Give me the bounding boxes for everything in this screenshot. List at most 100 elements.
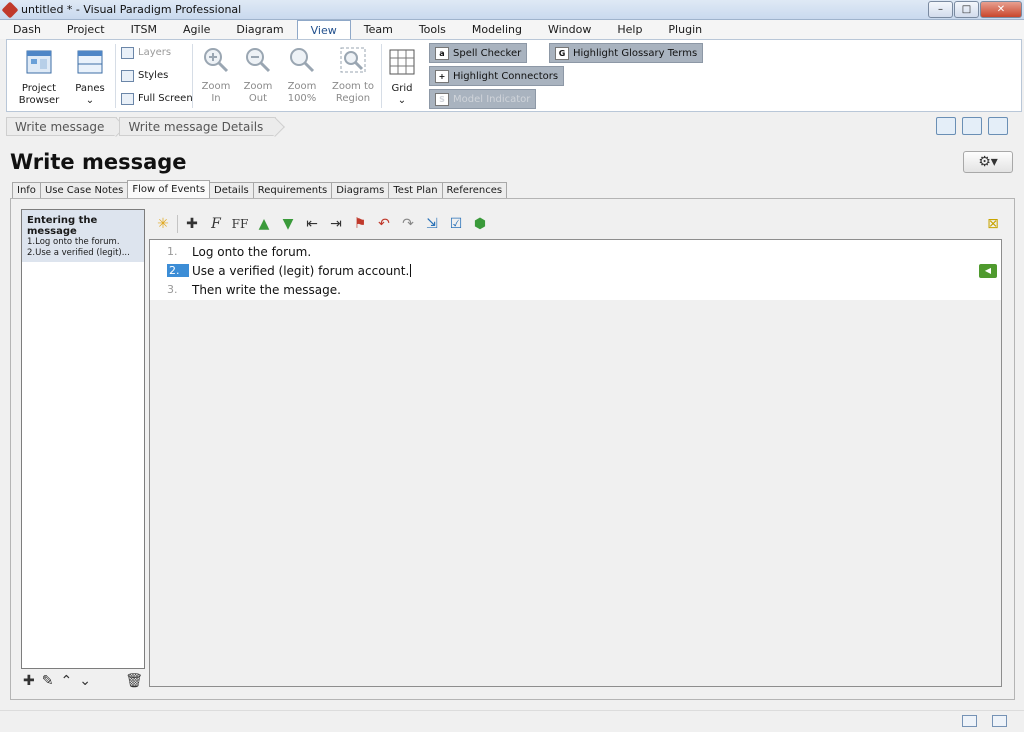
indent-icon[interactable]: ⇥ bbox=[326, 214, 346, 234]
diagram-panel-icon[interactable] bbox=[988, 117, 1008, 135]
project-browser-icon bbox=[26, 50, 52, 74]
step-row[interactable]: 2. Use a verified (legit) forum account.… bbox=[150, 261, 1001, 280]
zoom-in-label: Zoom In bbox=[201, 81, 231, 104]
tab-info[interactable]: Info bbox=[12, 182, 41, 199]
maximize-button[interactable]: □ bbox=[954, 1, 979, 18]
undo-icon[interactable]: ↶ bbox=[374, 214, 394, 234]
breadcrumb-item[interactable]: Write message Details bbox=[119, 117, 277, 136]
rename-icon[interactable]: ✎ bbox=[42, 673, 54, 689]
menu-team[interactable]: Team bbox=[351, 20, 406, 39]
ribbon-separator bbox=[381, 44, 382, 108]
spell-checker-toggle[interactable]: a Spell Checker bbox=[429, 43, 528, 63]
app-logo-icon bbox=[1, 1, 19, 18]
full-screen-icon bbox=[121, 92, 134, 105]
toolbar-separator bbox=[177, 215, 178, 233]
step-number: 2. bbox=[167, 264, 189, 277]
zoom-region-label: Zoom to Region bbox=[331, 81, 375, 104]
step-text[interactable]: Log onto the forum. bbox=[192, 245, 311, 259]
flow-list-toolbar: ✚ ✎ ⌃ ⌄ 🗑 bbox=[23, 671, 145, 691]
styles-button[interactable]: Styles bbox=[121, 66, 168, 85]
grid-button[interactable]: Grid ⌄ bbox=[387, 48, 417, 107]
diagram-tools bbox=[936, 117, 1008, 135]
trash-icon[interactable]: 🗑 bbox=[125, 673, 143, 689]
menu-dash[interactable]: Dash bbox=[0, 20, 54, 39]
tab-test-plan[interactable]: Test Plan bbox=[388, 182, 443, 199]
grid-dropdown-icon: ⌄ bbox=[397, 95, 407, 106]
outdent-icon[interactable]: ⇤ bbox=[302, 214, 322, 234]
tab-details[interactable]: Details bbox=[209, 182, 254, 199]
spell-check-icon: a bbox=[435, 46, 449, 60]
step-text[interactable]: Then write the message. bbox=[192, 283, 341, 297]
flow-title: Entering the message bbox=[27, 215, 98, 237]
flow-of-events-editor[interactable]: 1. Log onto the forum. 2. Use a verified… bbox=[149, 239, 1002, 687]
tab-flow-of-events[interactable]: Flow of Events bbox=[127, 180, 211, 199]
redo-icon[interactable]: ↷ bbox=[398, 214, 418, 234]
list-item[interactable]: Entering the message 1.Log onto the foru… bbox=[22, 210, 144, 262]
menu-tools[interactable]: Tools bbox=[406, 20, 459, 39]
zoom-100-label: Zoom 100% bbox=[287, 81, 317, 104]
edit-icon[interactable] bbox=[992, 715, 1007, 727]
gear-menu-button[interactable]: ⚙▾ bbox=[963, 151, 1013, 173]
zoom-in-icon bbox=[204, 48, 229, 73]
mail-icon[interactable] bbox=[962, 715, 977, 727]
zoom-100-icon bbox=[290, 48, 315, 73]
step-number: 3. bbox=[167, 283, 178, 296]
tab-use-case-notes[interactable]: Use Case Notes bbox=[39, 182, 129, 199]
zoom-region-icon bbox=[340, 47, 366, 73]
menu-window[interactable]: Window bbox=[535, 20, 604, 39]
zoom-100-button[interactable]: Zoom 100% bbox=[281, 46, 323, 105]
model-indicator-toggle[interactable]: S Model Indicator bbox=[429, 89, 537, 109]
menu-project[interactable]: Project bbox=[54, 20, 118, 39]
styles-label: Styles bbox=[138, 70, 169, 81]
add-step-icon[interactable]: ✚ bbox=[182, 214, 202, 234]
fit-size-icon[interactable] bbox=[962, 117, 982, 135]
add-icon[interactable]: ✚ bbox=[23, 673, 35, 689]
layers-button[interactable]: Layers bbox=[121, 43, 171, 62]
tab-requirements[interactable]: Requirements bbox=[252, 182, 333, 199]
zoom-in-button[interactable]: Zoom In bbox=[197, 46, 235, 105]
step-flag-icon[interactable]: ◀ bbox=[979, 263, 997, 278]
menu-help[interactable]: Help bbox=[604, 20, 655, 39]
move-up-step-icon[interactable]: ▲ bbox=[254, 214, 274, 234]
step-row[interactable]: 3. Then write the message. bbox=[150, 280, 1001, 299]
highlight-glossary-toggle[interactable]: G Highlight Glossary Terms bbox=[549, 43, 704, 63]
menu-modeling[interactable]: Modeling bbox=[459, 20, 535, 39]
gear-icon: ⚙▾ bbox=[978, 154, 998, 170]
zoom-out-button[interactable]: Zoom Out bbox=[239, 46, 277, 105]
step-row[interactable]: 1. Log onto the forum. bbox=[150, 242, 1001, 261]
checklist-icon[interactable]: ☑ bbox=[446, 214, 466, 234]
move-up-icon[interactable]: ⌃ bbox=[60, 673, 72, 689]
project-browser-button[interactable]: Project Browser bbox=[17, 48, 61, 107]
detail-tabs: Info Use Case Notes Flow of Events Detai… bbox=[12, 180, 508, 199]
new-step-icon[interactable]: ✳ bbox=[153, 214, 173, 234]
format-icon[interactable]: F bbox=[206, 214, 226, 234]
notification-icon[interactable] bbox=[936, 117, 956, 135]
highlight-connectors-toggle[interactable]: + Highlight Connectors bbox=[429, 66, 565, 86]
panes-button[interactable]: Panes ⌄ bbox=[71, 48, 109, 107]
extension-icon[interactable]: ⚑ bbox=[350, 214, 370, 234]
zoom-out-icon bbox=[246, 48, 271, 73]
title-bar: untitled * - Visual Paradigm Professiona… bbox=[0, 0, 1024, 20]
flow-list: Entering the message 1.Log onto the foru… bbox=[21, 209, 145, 669]
menu-agile[interactable]: Agile bbox=[170, 20, 223, 39]
menu-view[interactable]: View bbox=[296, 20, 351, 39]
step-text[interactable]: Use a verified (legit) forum account. bbox=[192, 264, 409, 278]
move-down-step-icon[interactable]: ▼ bbox=[278, 214, 298, 234]
font-format-icon[interactable]: FF bbox=[230, 214, 250, 234]
menu-plugin[interactable]: Plugin bbox=[655, 20, 715, 39]
control-flow-icon[interactable]: ⬢ bbox=[470, 214, 490, 234]
menu-itsm[interactable]: ITSM bbox=[118, 20, 170, 39]
close-button[interactable]: ✕ bbox=[980, 1, 1022, 18]
minimize-button[interactable]: – bbox=[928, 1, 953, 18]
breadcrumb: Write message Write message Details bbox=[6, 117, 278, 136]
tab-references[interactable]: References bbox=[441, 182, 508, 199]
flow-of-events-panel: Entering the message 1.Log onto the foru… bbox=[10, 198, 1015, 700]
close-editor-icon[interactable]: ⊠ bbox=[983, 214, 1003, 234]
full-screen-button[interactable]: Full Screen bbox=[121, 89, 193, 108]
breadcrumb-item[interactable]: Write message bbox=[6, 117, 118, 136]
insert-icon[interactable]: ⇲ bbox=[422, 214, 442, 234]
menu-diagram[interactable]: Diagram bbox=[223, 20, 296, 39]
zoom-region-button[interactable]: Zoom to Region bbox=[329, 46, 377, 105]
move-down-icon[interactable]: ⌄ bbox=[79, 673, 91, 689]
tab-diagrams[interactable]: Diagrams bbox=[331, 182, 390, 199]
